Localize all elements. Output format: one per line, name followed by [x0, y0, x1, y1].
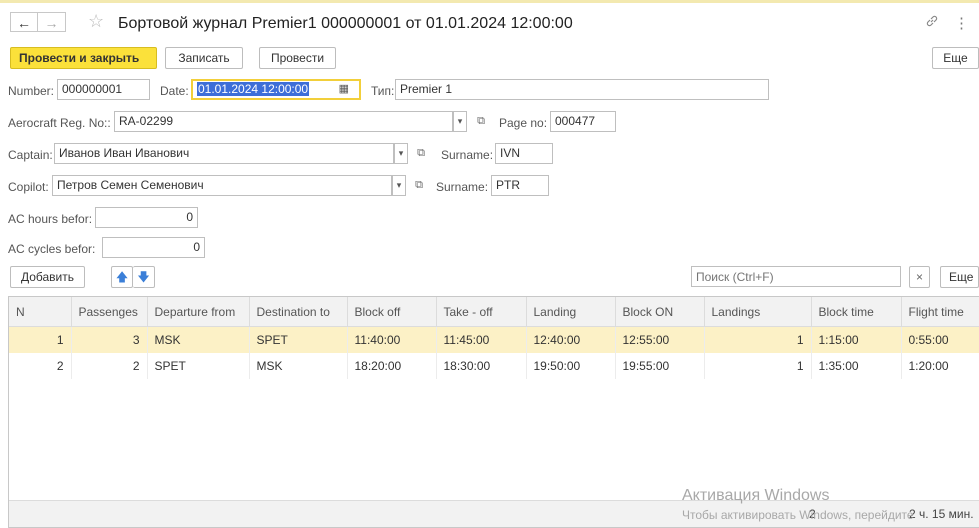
open-icon[interactable]: ⧉: [473, 111, 489, 132]
arrow-up-icon: 🡅: [115, 270, 129, 284]
forward-button[interactable]: →: [38, 12, 66, 32]
page-no-label: Page no:: [499, 116, 548, 130]
post-and-close-button[interactable]: Провести и закрыть: [10, 47, 157, 69]
table-more-button[interactable]: Еще: [940, 266, 979, 288]
table-empty-area: [9, 379, 979, 499]
activation-watermark-text: Чтобы активировать Windows, перейдите: [682, 508, 914, 522]
cell-from[interactable]: SPET: [147, 353, 250, 379]
cell-passengers[interactable]: 3: [71, 326, 148, 353]
footer-block-time-total: 2 ч. 15 мин.: [909, 507, 974, 521]
calendar-icon[interactable]: ▦: [339, 81, 349, 98]
cell-block-time[interactable]: 1:35:00: [811, 353, 902, 379]
cell-takeoff[interactable]: 11:45:00: [436, 326, 527, 353]
top-strip: [0, 0, 979, 3]
cell-from[interactable]: MSK: [147, 326, 250, 353]
save-button[interactable]: Записать: [165, 47, 243, 69]
cell-to[interactable]: SPET: [249, 326, 348, 353]
type-field[interactable]: Premier 1: [395, 79, 769, 100]
arrow-right-icon: →: [44, 15, 59, 31]
column-header[interactable]: Passenges: [71, 297, 148, 327]
title-bar: ← → ☆ Бортовой журнал Premier1 000000001…: [0, 5, 979, 35]
cell-block-off[interactable]: 18:20:00: [347, 353, 437, 379]
date-value: 01.01.2024 12:00:00: [197, 82, 310, 96]
post-button[interactable]: Провести: [259, 47, 336, 69]
copilot-field[interactable]: Петров Семен Семенович: [52, 175, 392, 196]
table-header-row: N Passenges Departure from Destination t…: [9, 297, 979, 327]
date-label: Date:: [160, 84, 189, 98]
cell-block-time[interactable]: 1:15:00: [811, 326, 902, 353]
column-header[interactable]: Landings: [704, 297, 812, 327]
page-title: Бортовой журнал Premier1 000000001 от 01…: [118, 15, 573, 32]
page-no-field[interactable]: 000477: [550, 111, 616, 132]
cell-landings[interactable]: 1: [704, 353, 812, 379]
ac-cycles-label: AC cycles befor:: [8, 242, 96, 256]
cell-n[interactable]: 2: [9, 353, 72, 379]
ac-cycles-field[interactable]: 0: [102, 237, 205, 258]
captain-surname-label: Surname:: [441, 148, 494, 162]
cell-flight-time[interactable]: 0:55:00: [901, 326, 979, 353]
clear-search-button[interactable]: ×: [909, 266, 930, 288]
number-field[interactable]: 000000001: [57, 79, 150, 100]
add-row-button[interactable]: Добавить: [10, 266, 85, 288]
reg-no-field[interactable]: RA-02299: [114, 111, 453, 132]
move-down-button[interactable]: 🡇: [133, 266, 155, 288]
captain-surname-field[interactable]: IVN: [495, 143, 553, 164]
column-header[interactable]: Block time: [811, 297, 902, 327]
column-header[interactable]: Block off: [347, 297, 437, 327]
cell-n[interactable]: 1: [9, 326, 72, 353]
column-header[interactable]: Block ON: [615, 297, 705, 327]
star-icon[interactable]: ☆: [88, 11, 104, 32]
captain-label: Captain:: [8, 148, 53, 162]
ac-hours-label: AC hours befor:: [8, 212, 93, 226]
move-up-button[interactable]: 🡅: [111, 266, 133, 288]
column-header[interactable]: Departure from: [147, 297, 250, 327]
cell-to[interactable]: MSK: [249, 353, 348, 379]
more-vert-icon[interactable]: ⋮: [954, 14, 969, 32]
back-button[interactable]: ←: [10, 12, 38, 32]
cell-passengers[interactable]: 2: [71, 353, 148, 379]
arrow-left-icon: ←: [17, 15, 31, 31]
reg-no-label: Aerocraft Reg. No::: [8, 116, 111, 130]
column-header[interactable]: Landing: [526, 297, 616, 327]
type-label: Тип:: [371, 84, 395, 98]
link-icon[interactable]: [925, 14, 939, 31]
flights-table[interactable]: N Passenges Departure from Destination t…: [8, 296, 979, 528]
cell-landing[interactable]: 12:40:00: [526, 326, 616, 353]
cell-flight-time[interactable]: 1:20:00: [901, 353, 979, 379]
search-input[interactable]: [691, 266, 901, 287]
captain-field[interactable]: Иванов Иван Иванович: [54, 143, 394, 164]
column-header[interactable]: Take - off: [436, 297, 527, 327]
copilot-surname-label: Surname:: [436, 180, 489, 194]
more-button[interactable]: Еще: [932, 47, 979, 69]
chevron-down-icon[interactable]: ▾: [392, 175, 406, 196]
cell-block-on[interactable]: 12:55:00: [615, 326, 705, 353]
table-row[interactable]: 1 3 MSK SPET 11:40:00 11:45:00 12:40:00 …: [9, 326, 979, 353]
open-icon[interactable]: ⧉: [411, 175, 427, 196]
number-label: Number:: [8, 84, 55, 98]
cell-block-on[interactable]: 19:55:00: [615, 353, 705, 379]
column-header[interactable]: Destination to: [249, 297, 348, 327]
date-field[interactable]: 01.01.2024 12:00:00 ▦: [191, 79, 361, 100]
table-row[interactable]: 2 2 SPET MSK 18:20:00 18:30:00 19:50:00 …: [9, 353, 979, 379]
cell-landing[interactable]: 19:50:00: [526, 353, 616, 379]
close-icon: ×: [915, 270, 923, 284]
chevron-down-icon[interactable]: ▾: [453, 111, 467, 132]
column-header[interactable]: N: [9, 297, 72, 327]
chevron-down-icon[interactable]: ▾: [394, 143, 408, 164]
ac-hours-field[interactable]: 0: [95, 207, 198, 228]
activation-watermark-title: Активация Windows: [682, 487, 830, 504]
column-header[interactable]: Flight time: [901, 297, 979, 327]
cell-landings[interactable]: 1: [704, 326, 812, 353]
arrow-down-icon: 🡇: [137, 270, 150, 284]
copilot-label: Copilot:: [8, 180, 49, 194]
cell-block-off[interactable]: 11:40:00: [347, 326, 437, 353]
open-icon[interactable]: ⧉: [413, 143, 429, 164]
cell-takeoff[interactable]: 18:30:00: [436, 353, 527, 379]
copilot-surname-field[interactable]: PTR: [491, 175, 549, 196]
